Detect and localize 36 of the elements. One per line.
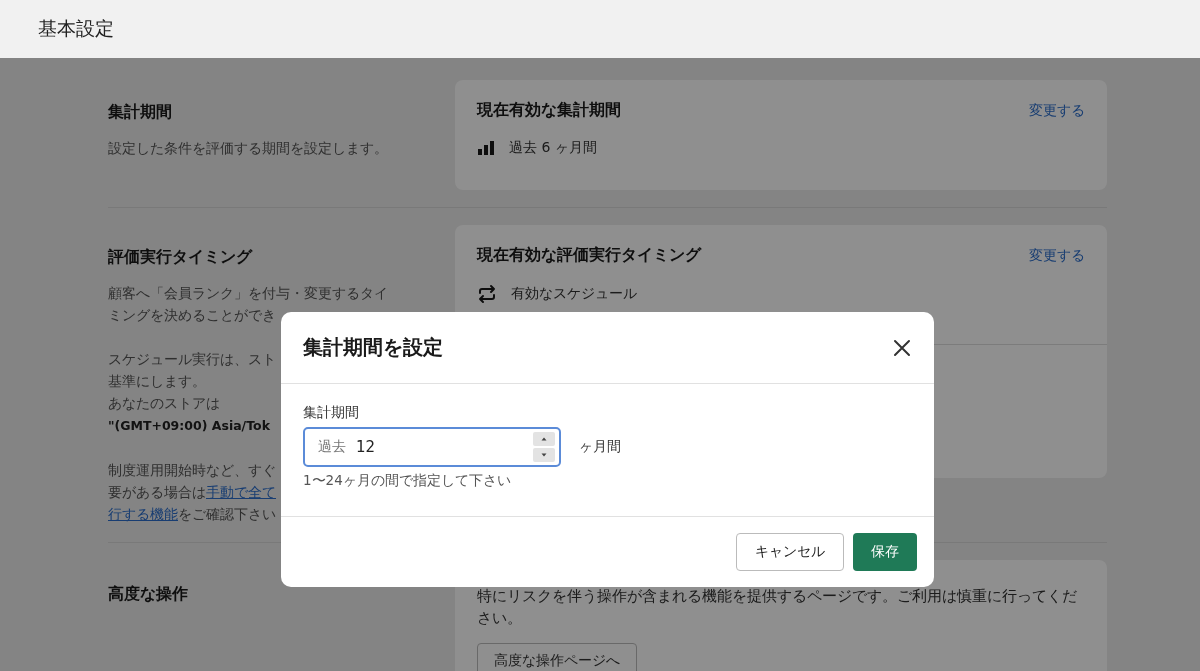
field-label: 集計期間: [303, 404, 360, 422]
advanced-page-button[interactable]: 高度な操作ページへ: [477, 643, 637, 671]
description-text: 制度運用開始時など、すぐ: [108, 462, 276, 478]
card-description: 特にリスクを伴う操作が含まれる機能を提供するページです。ご利用は慎重に行ってください。: [477, 586, 1078, 629]
number-input[interactable]: 過去 12: [303, 427, 561, 467]
change-link[interactable]: 変更する: [1029, 246, 1085, 265]
save-button[interactable]: 保存: [853, 533, 917, 571]
help-text: 1〜24ヶ月の間で指定して下さい: [303, 472, 512, 490]
page-title: 基本設定: [38, 16, 114, 41]
decrement-icon[interactable]: [533, 448, 555, 462]
description-text: 要がある場合は: [108, 484, 206, 500]
description-text: スケジュール実行は、スト: [108, 351, 276, 367]
description-text: 基準にします。: [108, 373, 206, 389]
card-title: 現在有効な集計期間: [477, 100, 621, 121]
card-title: 現在有効な評価実行タイミング: [477, 245, 701, 266]
help-link[interactable]: 手動で全て: [206, 484, 276, 500]
cancel-button[interactable]: キャンセル: [736, 533, 844, 571]
card-value: 有効なスケジュール: [511, 285, 637, 303]
repeat-icon: [477, 284, 497, 304]
section-title: 高度な操作: [108, 584, 189, 605]
description-text: 顧客へ「会員ランク」を付与・変更するタイ: [108, 285, 388, 301]
increment-icon[interactable]: [533, 432, 555, 446]
description-text: あなたのストアは: [108, 395, 220, 411]
bar-chart-icon: [477, 140, 495, 156]
description-text: 設定した条件を評価する期間を設定します。: [108, 140, 388, 156]
description-text: ミングを決めることができ: [108, 307, 276, 323]
card-value: 過去 6 ヶ月間: [509, 139, 597, 157]
timezone-text: "(GMT+09:00) Asia/Tok: [108, 418, 270, 433]
dialog-title: 集計期間を設定: [303, 334, 443, 361]
section-title: 集計期間: [108, 102, 173, 123]
description-text: をご確認下さい: [178, 506, 276, 522]
help-link[interactable]: 行する機能: [108, 506, 178, 522]
change-link[interactable]: 変更する: [1029, 101, 1085, 120]
unit-text: ヶ月間: [579, 438, 621, 456]
close-icon[interactable]: [893, 338, 911, 357]
section-title: 評価実行タイミング: [108, 247, 254, 268]
